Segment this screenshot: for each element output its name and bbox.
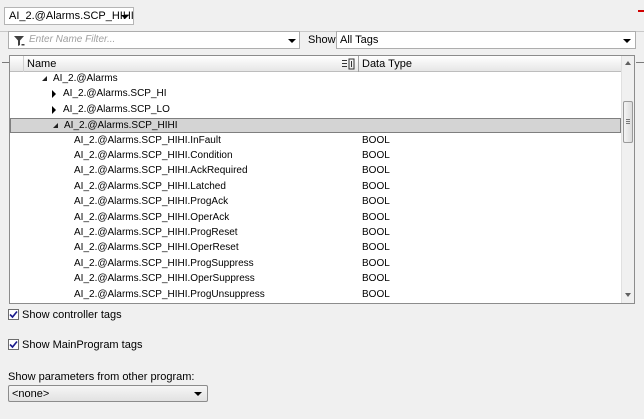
expand-closed-icon[interactable] (52, 106, 56, 114)
red-marker (638, 10, 644, 12)
tag-row[interactable]: AI_2.@Alarms.SCP_HIHI.ProgSuppress BOOL (10, 257, 621, 272)
tag-grid[interactable]: Name Data Type AI_2.@Alarms AI_2.@Alarms.… (9, 55, 635, 304)
tag-name: AI_2.@Alarms.SCP_HIHI.ProgReset (74, 227, 238, 238)
chevron-down-icon[interactable] (623, 39, 631, 43)
checkmark-icon (9, 310, 18, 319)
name-filter-field[interactable]: Enter Name Filter... (8, 31, 300, 49)
tag-name: AI_2.@Alarms.SCP_HIHI.InFault (74, 135, 221, 146)
show-controller-tags-checkbox[interactable] (8, 309, 19, 320)
tag-name: AI_2.@Alarms.SCP_HIHI.OperAck (74, 212, 230, 223)
chevron-down-icon[interactable] (288, 39, 296, 43)
grip-line (626, 119, 630, 120)
program-dropdown[interactable]: <none> (8, 385, 208, 402)
tag-row[interactable]: AI_2.@Alarms.SCP_LO (10, 103, 621, 118)
header-divider (23, 56, 24, 72)
tag-data-type: BOOL (362, 242, 390, 253)
scroll-thumb[interactable] (623, 101, 633, 143)
name-filter-placeholder[interactable]: Enter Name Filter... (29, 34, 115, 45)
tag-name: AI_2.@Alarms (53, 73, 118, 84)
expand-closed-icon[interactable] (52, 90, 56, 98)
tag-data-type: BOOL (362, 273, 390, 284)
tag-data-type: BOOL (362, 165, 390, 176)
tag-name: AI_2.@Alarms.SCP_HIHI.ProgAck (74, 196, 229, 207)
grip-line (626, 121, 630, 122)
show-controller-tags-label[interactable]: Show controller tags (22, 309, 122, 321)
tag-row[interactable]: AI_2.@Alarms.SCP_HIHI.AckRequired BOOL (10, 164, 621, 179)
tag-selector-dropdown[interactable]: AI_2.@Alarms.SCP_HIHI (4, 7, 134, 25)
tag-row[interactable]: AI_2.@Alarms.SCP_HIHI.OperAck BOOL (10, 211, 621, 226)
tag-row[interactable]: AI_2.@Alarms.SCP_HIHI.ProgUnsuppress BOOL (10, 288, 621, 303)
tag-selector-value: AI_2.@Alarms.SCP_HIHI (9, 10, 134, 22)
sort-icon[interactable] (341, 58, 355, 70)
tag-name: AI_2.@Alarms.SCP_HIHI.OperSuppress (74, 273, 255, 284)
tag-data-type: BOOL (362, 212, 390, 223)
funnel-icon (14, 36, 25, 46)
chevron-down-icon[interactable] (194, 392, 202, 396)
tag-name: AI_2.@Alarms.SCP_HIHI.ProgUnsuppress (74, 289, 265, 300)
tag-data-type: BOOL (362, 196, 390, 207)
tag-row[interactable]: AI_2.@Alarms.SCP_HI (10, 87, 621, 102)
tag-row[interactable]: AI_2.@Alarms.SCP_HIHI.ProgAck BOOL (10, 195, 621, 210)
parameters-label: Show parameters from other program: (8, 371, 195, 383)
program-dropdown-value: <none> (12, 388, 50, 400)
tag-name: AI_2.@Alarms.SCP_HIHI.OperReset (74, 242, 239, 253)
show-dropdown[interactable]: All Tags (336, 31, 636, 49)
show-value: All Tags (340, 34, 379, 46)
tag-row[interactable]: AI_2.@Alarms.SCP_HIHI.OperReset BOOL (10, 241, 621, 256)
tag-name: AI_2.@Alarms.SCP_LO (63, 104, 170, 115)
tag-row[interactable]: AI_2.@Alarms.SCP_HIHI.ProgReset BOOL (10, 226, 621, 241)
edge-tick (636, 62, 644, 63)
tag-name: AI_2.@Alarms.SCP_HIHI (64, 120, 178, 131)
header-divider (358, 56, 359, 72)
tag-name: AI_2.@Alarms.SCP_HIHI.AckRequired (74, 165, 248, 176)
column-header-data-type[interactable]: Data Type (362, 58, 412, 70)
expand-open-icon[interactable] (53, 123, 58, 128)
tag-data-type: BOOL (362, 150, 390, 161)
show-label: Show: (308, 34, 339, 46)
tag-name: AI_2.@Alarms.SCP_HI (63, 88, 167, 99)
tag-row[interactable]: AI_2.@Alarms.SCP_HIHI (10, 118, 621, 133)
expand-open-icon[interactable] (42, 76, 47, 81)
tag-data-type: BOOL (362, 227, 390, 238)
scroll-down-icon[interactable] (625, 293, 631, 297)
tag-name: AI_2.@Alarms.SCP_HIHI.Condition (74, 150, 233, 161)
tag-row[interactable]: AI_2.@Alarms.SCP_HIHI.Latched BOOL (10, 180, 621, 195)
tag-data-type: BOOL (362, 181, 390, 192)
grid-header: Name Data Type (10, 56, 621, 72)
tag-row[interactable]: AI_2.@Alarms.SCP_HIHI.OperSuppress BOOL (10, 272, 621, 287)
tag-name: AI_2.@Alarms.SCP_HIHI.ProgSuppress (74, 258, 254, 269)
show-mainprogram-tags-checkbox[interactable] (8, 339, 19, 350)
tag-data-type: BOOL (362, 258, 390, 269)
tag-data-type: BOOL (362, 289, 390, 300)
grip-line (626, 123, 630, 124)
tag-data-type: BOOL (362, 135, 390, 146)
vertical-scrollbar[interactable] (621, 56, 634, 303)
checkmark-icon (9, 340, 18, 349)
tag-row[interactable]: AI_2.@Alarms (10, 72, 621, 87)
tag-name: AI_2.@Alarms.SCP_HIHI.Latched (74, 181, 226, 192)
column-header-name[interactable]: Name (27, 58, 56, 70)
tag-row[interactable]: AI_2.@Alarms.SCP_HIHI.InFault BOOL (10, 134, 621, 149)
tag-row[interactable]: AI_2.@Alarms.SCP_HIHI.Condition BOOL (10, 149, 621, 164)
show-mainprogram-tags-label[interactable]: Show MainProgram tags (22, 339, 142, 351)
chevron-down-icon[interactable] (121, 15, 129, 19)
scroll-up-icon[interactable] (625, 61, 631, 65)
